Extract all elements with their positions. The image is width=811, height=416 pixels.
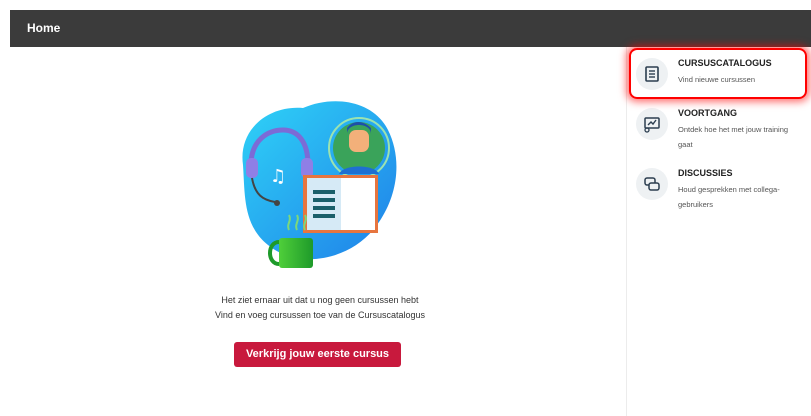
sidebar-divider	[626, 47, 627, 416]
sidebar-item-discussions[interactable]: DISCUSSIES Houd gesprekken met collega-g…	[636, 168, 806, 214]
sidebar-item-progress[interactable]: VOORTGANG Ontdek hoe het met jouw traini…	[636, 108, 806, 154]
progress-chart-icon	[636, 108, 668, 140]
chat-bubbles-icon	[636, 168, 668, 200]
get-first-course-button[interactable]: Verkrijg jouw eerste cursus	[234, 342, 401, 367]
sidebar-item-title: DISCUSSIES	[678, 168, 733, 178]
empty-state-illustration: ♫	[242, 101, 397, 268]
empty-state-message: Het ziet ernaar uit dat u nog geen cursu…	[221, 295, 419, 305]
sidebar-item-description: Ontdek hoe het met jouw training gaat	[678, 125, 789, 149]
svg-text:♫: ♫	[270, 166, 286, 187]
empty-state-hint: Vind en voeg cursussen toe van de Cursus…	[215, 310, 425, 320]
top-bar: Home	[10, 10, 811, 47]
page-title: Home	[27, 21, 61, 35]
highlight-box	[629, 48, 807, 99]
sidebar-item-title: VOORTGANG	[678, 108, 738, 118]
sidebar-item-description: Houd gesprekken met collega-gebruikers	[678, 185, 780, 209]
